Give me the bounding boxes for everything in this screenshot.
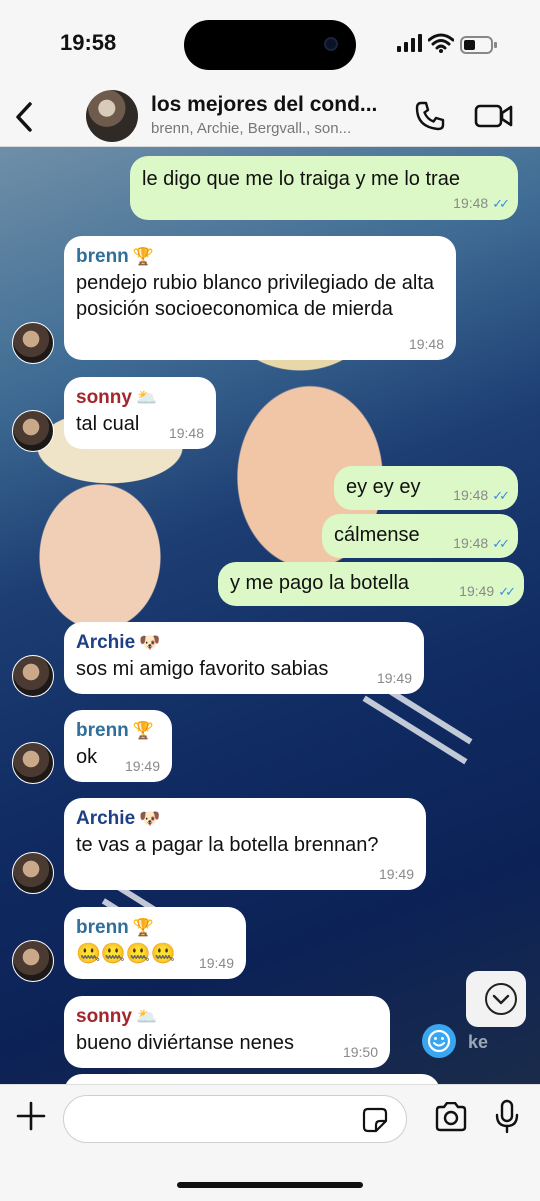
sender-label: brenn	[76, 720, 129, 741]
read-receipt-icon: ✓✓	[492, 488, 510, 503]
sender-label: Archie	[76, 632, 136, 653]
status-time: 19:58	[60, 30, 117, 55]
message-text: pendejo rubio blanco privilegiado de alt…	[76, 272, 435, 320]
chevron-down-icon	[485, 983, 517, 1015]
read-receipt-icon: ✓✓	[492, 196, 510, 211]
message-time: 19:48	[453, 487, 489, 503]
message-outgoing[interactable]: ey ey ey 19:48 ✓✓	[334, 466, 518, 510]
message-incoming[interactable]: sonny 🌥️ bueno diviértanse nenes 19:50	[64, 996, 390, 1068]
trophy-icon: 🏆	[132, 918, 154, 937]
message-outgoing[interactable]: y me pago la botella 19:49 ✓✓	[218, 562, 524, 606]
message-time: 19:49	[198, 955, 234, 971]
cloud-sun-icon: 🌥️	[135, 1007, 158, 1026]
message-time: 19:48	[168, 425, 204, 441]
back-arrow-icon[interactable]	[12, 100, 36, 134]
message-time: 19:49	[376, 670, 412, 686]
sender-name[interactable]: brenn 🏆	[76, 917, 234, 939]
message-time: 19:48	[408, 336, 444, 352]
message-input[interactable]	[63, 1095, 407, 1143]
sender-name[interactable]: Archie 🐶	[76, 808, 414, 830]
dog-icon: 🐶	[139, 809, 161, 828]
battery-icon	[460, 36, 497, 54]
sender-name[interactable]: brenn 🏆	[76, 720, 160, 742]
message-incoming[interactable]: sonny 🌥️ tal cual 19:48	[64, 377, 216, 449]
chat-header: los mejores del cond... brenn, Archie, B…	[0, 90, 540, 147]
sender-label: sonny	[76, 387, 132, 408]
phone-call-icon[interactable]	[414, 100, 446, 132]
sender-name[interactable]: Archie 🐶	[76, 632, 412, 654]
message-time: 19:48	[453, 195, 489, 211]
avatar[interactable]	[12, 410, 54, 452]
sender-label: brenn	[76, 246, 129, 267]
message-meta: 19:48 ✓✓	[453, 535, 510, 552]
message-time: 19:48	[453, 535, 489, 551]
message-text: le digo que me lo traiga y me lo trae	[142, 168, 460, 190]
message-incoming[interactable]: Archie 🐶 te vas a pagar la botella brenna…	[64, 798, 426, 890]
message-text: bueno diviértanse nenes	[76, 1032, 294, 1054]
group-title[interactable]: los mejores del cond...	[151, 93, 401, 117]
message-meta: 19:49 ✓✓	[459, 583, 516, 600]
avatar[interactable]	[12, 852, 54, 894]
message-outgoing[interactable]: le digo que me lo traiga y me lo trae 19…	[130, 156, 518, 220]
message-time: 19:49	[378, 866, 414, 882]
message-outgoing[interactable]: cálmense 19:48 ✓✓	[322, 514, 518, 558]
cellular-signal-icon	[397, 34, 422, 52]
message-incoming[interactable]: Archie 🐶 sos mi amigo favorito sabias 19:…	[64, 622, 424, 694]
cloud-sun-icon: 🌥️	[135, 388, 158, 407]
trophy-icon: 🏆	[132, 721, 154, 740]
status-bar: 19:58	[0, 0, 540, 90]
video-call-icon[interactable]	[474, 102, 514, 130]
message-time: 19:49	[459, 583, 495, 599]
sender-name[interactable]: sonny 🌥️	[76, 1006, 378, 1028]
trophy-icon: 🏆	[132, 247, 154, 266]
smiley-icon	[427, 1029, 451, 1053]
sender-label: brenn	[76, 917, 129, 938]
message-text: sos mi amigo favorito sabias	[76, 658, 329, 680]
message-text: te vas a pagar la botella brennan?	[76, 834, 379, 856]
sender-name[interactable]: sonny 🌥️	[76, 387, 204, 409]
plus-icon[interactable]	[14, 1099, 48, 1133]
sender-label: Archie	[76, 808, 136, 829]
avatar[interactable]	[12, 322, 54, 364]
message-meta: 19:48 ✓✓	[453, 195, 510, 212]
wifi-icon	[428, 33, 454, 53]
front-camera-icon	[324, 37, 338, 51]
read-receipt-icon: ✓✓	[492, 536, 510, 551]
reaction-button[interactable]	[422, 1024, 456, 1058]
avatar[interactable]	[12, 940, 54, 982]
microphone-icon[interactable]	[494, 1099, 520, 1135]
camera-icon[interactable]	[434, 1102, 468, 1132]
message-time: 19:50	[342, 1044, 378, 1060]
group-members[interactable]: brenn, Archie, Bergvall., son...	[151, 120, 401, 137]
message-meta: 19:48 ✓✓	[453, 487, 510, 504]
dog-icon: 🐶	[139, 633, 161, 652]
message-incoming[interactable]: brenn 🏆 ok 19:49	[64, 710, 172, 782]
message-time: 19:49	[124, 758, 160, 774]
watermark-text: ke	[468, 1032, 489, 1052]
composer-bar	[0, 1084, 540, 1201]
scroll-to-bottom-button[interactable]	[466, 971, 526, 1027]
message-incoming[interactable]: brenn 🏆 pendejo rubio blanco privilegiado…	[64, 236, 456, 360]
read-receipt-icon: ✓✓	[498, 584, 516, 599]
sticker-icon[interactable]	[362, 1107, 388, 1133]
home-indicator	[177, 1182, 363, 1188]
group-avatar[interactable]	[86, 90, 138, 142]
sender-name[interactable]: brenn 🏆	[76, 246, 444, 268]
dynamic-island	[184, 20, 356, 70]
message-incoming[interactable]: brenn 🏆 🤐🤐🤐🤐 19:49	[64, 907, 246, 979]
sender-label: sonny	[76, 1006, 132, 1027]
avatar[interactable]	[12, 742, 54, 784]
avatar[interactable]	[12, 655, 54, 697]
